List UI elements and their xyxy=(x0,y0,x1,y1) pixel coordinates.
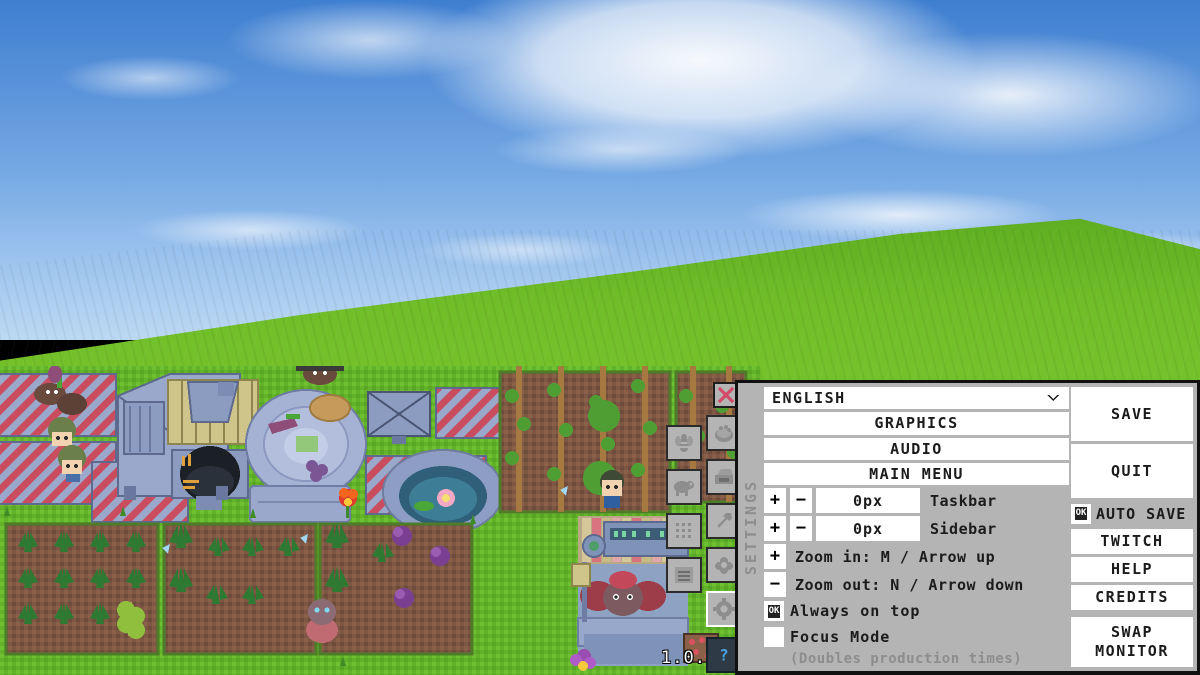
grid-panel-icon xyxy=(676,523,691,538)
settings-window: SETTINGS ENGLISH GRAPHICS AUDIO MAIN MEN… xyxy=(735,380,1200,675)
zoom-out-button[interactable]: − xyxy=(764,572,786,598)
sidebar-increase-button[interactable]: + xyxy=(764,516,786,542)
zoom-in-label: Zoom in: M / Arrow up xyxy=(795,547,996,566)
trellis-field xyxy=(498,366,672,514)
always-on-top-row[interactable]: OK Always on top xyxy=(764,600,1069,622)
main-menu-button[interactable]: MAIN MENU xyxy=(764,462,1069,486)
zoom-in-button[interactable]: + xyxy=(764,544,786,570)
focus-mode-row[interactable]: Focus Mode xyxy=(764,626,1069,648)
save-button[interactable]: SAVE xyxy=(1071,387,1193,441)
animal-icon xyxy=(674,481,694,496)
twitch-button[interactable]: TWITCH xyxy=(1071,529,1193,554)
chevron-down-icon xyxy=(1047,395,1059,402)
furnace-building xyxy=(115,373,259,510)
zoom-in-shortcut-row: + Zoom in: M / Arrow up xyxy=(764,544,1069,570)
tab-grid-panel[interactable] xyxy=(666,513,702,549)
always-on-top-checkbox[interactable]: OK xyxy=(764,601,784,622)
wrench-icon xyxy=(717,513,732,528)
sidebar-label: Sidebar xyxy=(930,519,997,538)
help-button[interactable]: HELP xyxy=(1071,557,1193,582)
page-title: SETTINGS xyxy=(742,478,760,576)
zoom-out-shortcut-row: − Zoom out: N / Arrow down xyxy=(764,572,1069,598)
swap-monitor-button[interactable]: SWAP MONITOR xyxy=(1071,617,1193,667)
taskbar-value[interactable]: 0px xyxy=(816,488,920,514)
game-scene[interactable] xyxy=(0,366,760,675)
language-select[interactable]: ENGLISH xyxy=(764,387,1069,410)
taskbar-stepper-row: + − 0px Taskbar xyxy=(764,488,1069,514)
bee-icon xyxy=(675,434,693,452)
checkbox-mark: OK xyxy=(1074,507,1088,520)
sidebar-decrease-button[interactable]: − xyxy=(790,516,812,542)
language-value: ENGLISH xyxy=(772,389,846,408)
machine-icon xyxy=(715,469,733,484)
sidebar-value[interactable]: 0px xyxy=(816,516,920,542)
list-panel-icon xyxy=(675,567,693,583)
tab-list-panel[interactable] xyxy=(666,557,702,593)
tab-animal[interactable] xyxy=(666,469,702,505)
pig-character xyxy=(306,599,338,643)
settings-side-column: SAVE QUIT OK AUTO SAVE TWITCH HELP CREDI… xyxy=(1071,387,1193,667)
svg-text:?: ? xyxy=(719,647,728,665)
always-on-top-label: Always on top xyxy=(790,602,921,621)
flower-icon xyxy=(715,557,733,574)
auto-save-label: AUTO SAVE xyxy=(1096,504,1187,523)
focus-mode-label: Focus Mode xyxy=(790,627,891,646)
settings-title-column: SETTINGS xyxy=(740,387,762,667)
taskbar-decrease-button[interactable]: − xyxy=(790,488,812,514)
cooking-pot-icon xyxy=(715,425,733,442)
crop-plots xyxy=(4,522,474,656)
taskbar-increase-button[interactable]: + xyxy=(764,488,786,514)
screen-root: 1.0.6 ? SETTINGS ENGLISH GRAPHICS AUDIO … xyxy=(0,0,1200,675)
auto-save-row[interactable]: OK AUTO SAVE xyxy=(1071,501,1193,526)
settings-main-column: ENGLISH GRAPHICS AUDIO MAIN MENU + − 0px… xyxy=(764,387,1069,667)
sidebar-stepper-row: + − 0px Sidebar xyxy=(764,516,1069,542)
audio-button[interactable]: AUDIO xyxy=(764,437,1069,460)
graphics-button[interactable]: GRAPHICS xyxy=(764,412,1069,435)
close-icon xyxy=(717,386,735,404)
help-icon: ? xyxy=(719,647,728,665)
auto-save-checkbox[interactable]: OK xyxy=(1071,503,1091,524)
tab-bee[interactable] xyxy=(666,425,702,461)
zoom-out-label: Zoom out: N / Arrow down xyxy=(795,575,1024,594)
swap-monitor-line2: MONITOR xyxy=(1095,642,1169,660)
quit-button[interactable]: QUIT xyxy=(1071,444,1193,498)
checkbox-mark: OK xyxy=(767,604,781,618)
focus-mode-checkbox[interactable] xyxy=(764,626,784,647)
focus-mode-note: (Doubles production times) xyxy=(790,650,1023,667)
taskbar-label: Taskbar xyxy=(930,491,997,510)
side-spacer xyxy=(1071,613,1193,614)
pond xyxy=(382,449,504,535)
storage-crate xyxy=(367,391,431,444)
credits-button[interactable]: CREDITS xyxy=(1071,585,1193,610)
swap-monitor-line1: SWAP xyxy=(1110,623,1154,642)
gear-icon xyxy=(713,598,735,620)
